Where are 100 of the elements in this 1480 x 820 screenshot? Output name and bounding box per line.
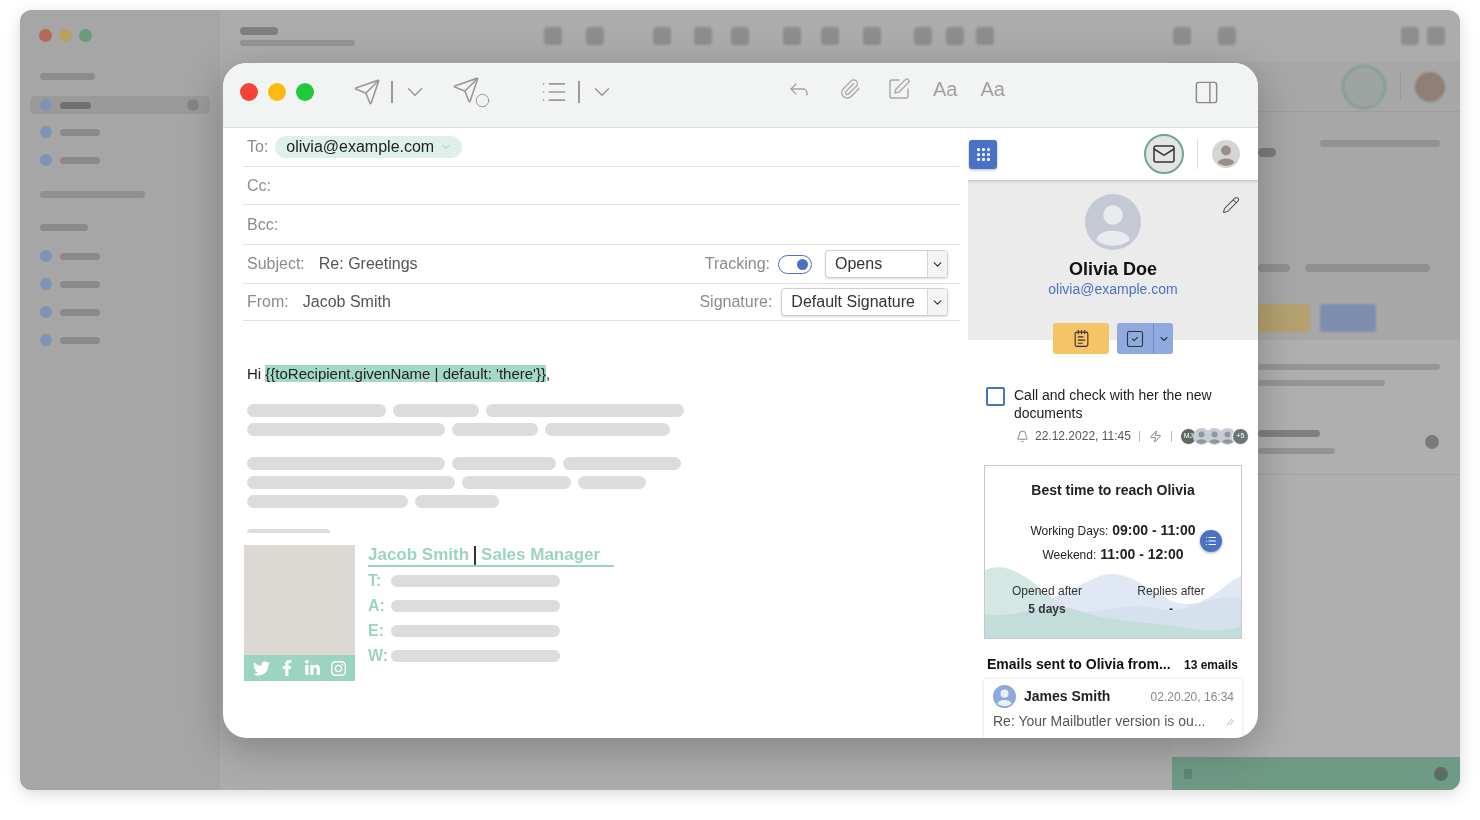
dropdown-select[interactable]: Opens [825,250,948,278]
linkedin-icon[interactable] [303,659,321,677]
paper-plane-icon[interactable] [353,78,381,106]
blurred-folder-icon [40,306,52,318]
email-count: 13 emails [1183,656,1238,674]
blurred-folder-icon [40,126,52,138]
blurred-text-bar [60,336,100,344]
field-label: To: [246,137,269,157]
blurred-toolbar-icon [1427,27,1445,45]
window-control-icon [59,29,72,42]
blurred-text-bar [240,26,278,35]
schedule-list-button[interactable] [1200,530,1222,552]
blurred-toolbar-icon [914,27,932,45]
field-label: From: [246,292,289,312]
twitter-icon[interactable] [252,659,270,677]
field-label: Signature: [699,292,773,312]
email-subject: Re: Your Mailbutler version is ou... [993,713,1206,730]
slot-time: 11:00 - 12:00 [1100,545,1184,564]
pen-square-icon[interactable] [887,77,911,101]
blurred-tile [1258,304,1310,332]
instagram-icon[interactable] [329,659,347,677]
window-minimize-icon[interactable] [268,83,286,101]
window-control-icon [79,29,92,42]
blurred-text-bar [40,73,95,80]
blurred-folder-icon [40,250,52,262]
blurred-text-bar [1258,148,1276,157]
reminder-date: 22.12.2022, 11:45 [1035,428,1131,445]
window-close-icon[interactable] [240,83,258,101]
add-note-button[interactable] [1053,323,1109,354]
stat-label: Opened after [1011,584,1083,599]
person-avatar-icon [993,685,1016,708]
blurred-folder-icon [40,334,52,346]
mail-tab[interactable] [1144,134,1184,174]
stat-value: 5 days [1028,602,1066,617]
field-label: Bcc: [246,214,279,235]
resize-handle-icon [1226,717,1234,726]
input-field[interactable]: Jacob Smith [302,290,700,314]
stat-label: Replies after [1137,584,1205,599]
blurred-toolbar-icon [1401,27,1419,45]
input-field[interactable]: Re: Greetings [318,252,705,276]
card-title: Best time to reach Olivia [1031,481,1195,499]
email-item[interactable]: James Smith 02.20.20, 16:34 Re: Your Mailbutler version is ou... [984,679,1242,738]
blurred-text-bar [1258,264,1290,272]
apps-grid-button[interactable] [969,139,997,169]
paper-plane-clock-icon[interactable] [452,76,490,108]
bell-icon [1016,429,1029,443]
contact-label: W: [368,645,390,666]
lightning-icon [1148,429,1162,443]
checked-square-icon [1125,328,1145,349]
profile-tab[interactable] [1211,139,1241,169]
blurred-avatar-icon [1415,71,1445,102]
contact-email[interactable]: olivia@example.com [1048,280,1178,298]
blurred-text-bar [60,252,100,260]
blurred-toolbar-icon [694,27,712,45]
dropdown-select[interactable]: Default Signature [781,288,948,316]
blurred-text-bar [40,224,88,231]
section-title: Emails sent to Olivia from... [987,655,1171,674]
contact-avatar-icon [1085,194,1141,250]
blurred-toolbar-icon [976,27,994,45]
grid-icon [974,145,992,163]
paperclip-icon[interactable] [839,78,861,100]
field-label: Subject: [246,254,305,274]
field-label: Tracking: [704,254,770,274]
blurred-text-bar [60,101,91,109]
blurred-toolbar-icon [863,27,881,45]
slot-label: Working Days: [1030,523,1109,540]
list-icon [1205,535,1217,547]
signature-title: Sales Manager [481,544,601,567]
blurred-toolbar-icon [731,27,749,45]
person-avatar-icon [1212,140,1240,168]
blurred-tile [1320,304,1376,332]
task-checkbox[interactable] [986,387,1005,406]
email-date: 02.20.20, 16:34 [1150,688,1234,706]
contact-name: Olivia Doe [1069,258,1157,280]
add-task-button[interactable] [1117,323,1173,354]
pencil-icon[interactable] [1222,196,1240,214]
contact-label: A: [368,595,386,616]
blurred-toolbar-icon [653,27,671,45]
blurred-folder-icon [40,278,52,290]
recipient-chip[interactable]: olivia@example.com [275,136,463,158]
window-control-icon [39,29,52,42]
contact-label: T: [368,570,383,591]
blurred-toolbar-icon [544,27,562,45]
person-avatar-icon [1218,427,1236,445]
blurred-text-bar [60,128,100,136]
blurred-folder-icon [40,99,52,111]
signature-name: Jacob Smith [368,544,470,567]
window-zoom-icon[interactable] [296,83,314,101]
blurred-text-bar [60,156,100,164]
blurred-text-bar [60,308,100,316]
sender-name: James Smith [1024,687,1111,706]
greeting-text: Hi {{toRecipient.givenName | default: 'there'}}, [247,365,551,383]
blurred-toolbar-icon [946,27,964,45]
field-label: Cc: [246,175,271,196]
blurred-folder-icon [40,154,52,166]
blurred-toolbar-icon [1173,27,1191,45]
blurred-text-bar [60,280,100,288]
contact-label: E: [368,620,385,641]
task-text: Call and check with her the new documents [1014,386,1213,422]
text-placeholder-bar [578,476,646,489]
